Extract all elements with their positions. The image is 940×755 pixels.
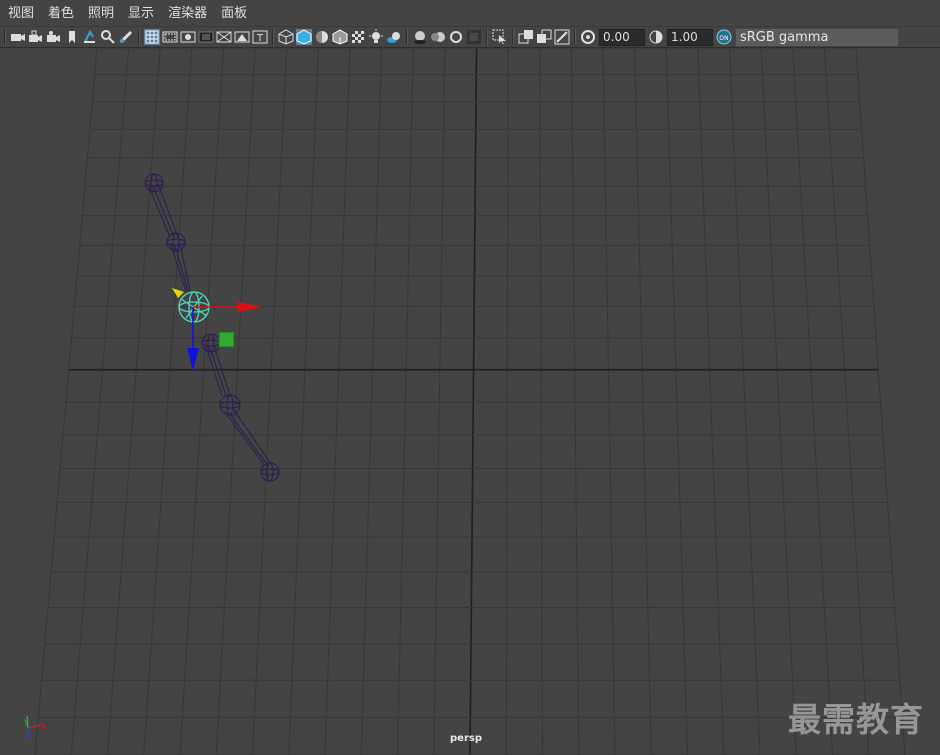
field-chart-icon[interactable] [216,29,232,45]
grid-line [634,48,652,755]
menu-panels[interactable]: 面板 [213,0,253,27]
grid-axis-line [469,48,478,755]
gamma-icon[interactable] [648,29,664,45]
grid-icon[interactable] [144,29,160,45]
view-transform-toggle-icon[interactable]: ON [716,29,732,45]
perspective-viewport[interactable]: y x z [0,48,940,755]
toolbar-separator [138,29,140,45]
toolbar-grip [4,29,6,45]
resolution-gate-icon[interactable] [180,29,196,45]
viewport-scene: y x z [24,48,906,755]
select-camera-icon[interactable] [10,29,26,45]
grid-line [397,48,414,755]
grid-line [539,48,543,755]
xray-active-components-icon[interactable] [536,29,552,45]
isolate-select-icon[interactable] [492,29,508,45]
image-plane-icon[interactable] [82,29,98,45]
grid-line [697,48,725,755]
grid-line [823,48,870,755]
grid-line [433,48,446,755]
textured-icon[interactable] [350,29,366,45]
joint-5[interactable] [219,394,241,416]
grid-line [34,48,98,755]
safe-title-icon[interactable]: T [252,29,268,45]
grid-line [70,48,130,755]
grid-line [665,48,688,755]
screen-space-ao-icon[interactable] [412,29,428,45]
xray-icon[interactable] [518,29,534,45]
axis-x-letter: x [41,722,46,731]
menu-renderer[interactable]: 渲染器 [160,0,213,27]
depth-of-field-icon[interactable] [466,29,482,45]
joint-4[interactable] [201,333,221,353]
gamma-field[interactable]: 1.00 [667,28,713,46]
svg-text:ON: ON [719,35,728,42]
move-manipulator[interactable] [172,288,262,371]
wireframe-on-shaded-icon[interactable] [332,29,348,45]
xray-joints-icon[interactable] [554,29,570,45]
y-axis-arrow [187,348,199,371]
camera-name-label: persp [450,733,482,744]
2d-pan-zoom-icon[interactable] [100,29,116,45]
axis-y-letter: y [24,717,29,726]
anti-aliasing-icon[interactable] [448,29,464,45]
bookmark-icon[interactable] [64,29,80,45]
grid-line [505,48,509,755]
exposure-icon[interactable] [580,29,596,45]
menu-lighting[interactable]: 照明 [80,0,120,27]
wireframe-icon[interactable] [278,29,294,45]
joint-6[interactable] [260,462,280,482]
color-space-dropdown[interactable]: sRGB gamma [736,28,908,46]
grid-line [855,48,906,755]
motion-blur-icon[interactable] [430,29,446,45]
chevron-down-icon [898,28,908,46]
menu-show[interactable]: 显示 [120,0,160,27]
axis-z-letter: z [24,735,28,744]
color-space-label: sRGB gamma [740,29,829,45]
x-axis-arrow [238,302,262,312]
camera-attributes-icon[interactable] [46,29,62,45]
toolbar-separator [406,29,408,45]
grid-line [602,48,616,755]
z-axis-arrow [172,288,184,298]
grid-line [360,48,383,755]
grid-line [288,48,319,755]
smooth-shade-icon[interactable] [296,29,312,45]
axis-indicator: y x z [24,715,46,744]
shadows-icon[interactable] [386,29,402,45]
grid-line [760,48,797,755]
grid-line [179,48,224,755]
toolbar-separator [512,29,514,45]
bone-3 [205,344,231,397]
ground-grid [34,48,906,755]
grid-line [107,48,161,755]
grid-line [792,48,833,755]
grid-line [570,48,580,755]
watermark: 最需教育 [788,700,924,739]
plane-handle [218,331,235,348]
use-default-material-icon[interactable] [314,29,330,45]
bone-4 [224,409,272,467]
safe-action-icon[interactable] [234,29,250,45]
menu-shading[interactable]: 着色 [40,0,80,27]
viewport-menubar: 视图 着色 照明 显示 渲染器 面板 [0,0,940,27]
lock-camera-icon[interactable] [28,29,44,45]
grease-pencil-icon[interactable] [118,29,134,45]
film-gate-icon[interactable] [162,29,178,45]
lights-icon[interactable] [368,29,384,45]
toolbar-separator [574,29,576,45]
toolbar-separator [486,29,488,45]
svg-text:T: T [256,33,264,44]
grid-line [215,48,256,755]
grid-line [729,48,761,755]
grid-line [252,48,288,755]
grid-line [324,48,351,755]
toolbar-separator [272,29,274,45]
menu-view[interactable]: 视图 [0,0,40,27]
viewport-toolbar: T 0.00 1.00 ON sRGB gamma [0,27,940,48]
grid-line [143,48,193,755]
gate-mask-icon[interactable] [198,29,214,45]
exposure-field[interactable]: 0.00 [599,28,645,46]
